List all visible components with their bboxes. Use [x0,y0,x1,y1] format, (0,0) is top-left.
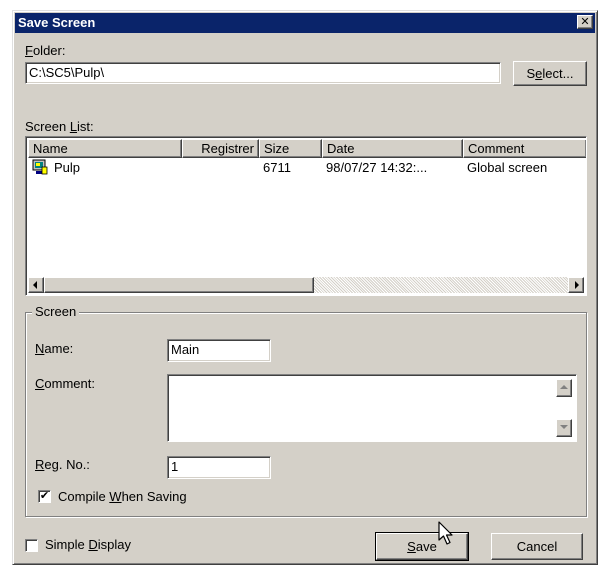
column-header-size[interactable]: Size [259,139,322,158]
simple-display-checkbox[interactable] [25,539,38,552]
comment-label: Comment: [35,376,95,391]
cancel-button[interactable]: Cancel [491,533,583,560]
name-input[interactable]: Main [167,339,271,362]
item-comment: Global screen [467,160,548,175]
name-label: Name: [35,341,74,356]
screen-list-label: Screen List: [25,119,94,134]
simple-display-label[interactable]: Simple Display [45,537,131,552]
folder-label: Folder: [25,43,66,58]
horizontal-scrollbar[interactable] [28,277,584,293]
list-header: Name Registrer Size Date Comment [28,139,586,158]
close-icon: ✕ [580,15,590,28]
item-date: 98/07/27 14:32:... [326,160,428,175]
scroll-down-button[interactable] [556,419,572,437]
title-bar[interactable]: Save Screen ✕ [15,13,595,33]
window-title: Save Screen [18,15,96,30]
select-folder-button[interactable]: Se lect... [513,61,587,86]
scroll-up-button[interactable] [556,379,572,397]
screen-groupbox: Screen Name: Main Comment: Reg. No.: 1 ✔… [25,304,587,517]
screen-list[interactable]: Name Registrer Size Date Comment Pulp 67… [25,136,587,296]
close-button[interactable]: ✕ [577,15,593,29]
mouse-cursor-icon [438,521,453,545]
arrow-up-icon [560,385,568,389]
reg-no-input[interactable]: 1 [167,456,271,479]
item-size: 6711 [263,160,291,175]
scrollbar-thumb[interactable] [44,277,314,293]
screen-file-icon [32,159,48,175]
column-header-comment[interactable]: Comment [463,139,586,158]
compile-when-saving-label[interactable]: Compile When Saving [58,489,187,504]
list-item[interactable]: Pulp 6711 98/07/27 14:32:... Global scre… [28,159,584,177]
column-header-registrer[interactable]: Registrer [182,139,259,158]
scroll-left-button[interactable] [28,277,44,293]
save-screen-dialog: Save Screen ✕ Folder: C:\SC5\Pulp\ Se lec… [12,10,598,565]
item-name: Pulp [54,160,81,175]
column-header-date[interactable]: Date [322,139,463,158]
scroll-right-button[interactable] [568,277,584,293]
screen-group-label: Screen [32,304,80,319]
compile-when-saving-checkbox[interactable]: ✔ [38,490,51,503]
folder-input[interactable]: C:\SC5\Pulp\ [25,62,501,84]
arrow-down-icon [560,425,568,429]
arrow-right-icon [575,281,579,289]
comment-textarea[interactable] [167,374,577,442]
column-header-name[interactable]: Name [28,139,182,158]
reg-no-label: Reg. No.: [35,457,90,472]
arrow-left-icon [33,281,37,289]
